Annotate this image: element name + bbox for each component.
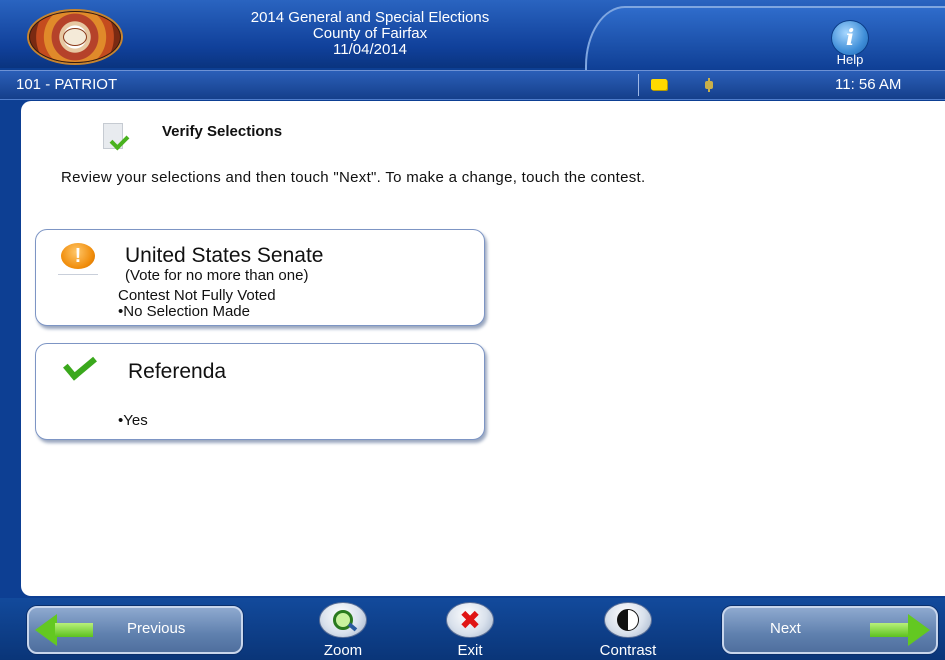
contest-selection: •Yes [118, 412, 148, 429]
info-icon: i [831, 20, 869, 56]
contest-card-referenda[interactable]: Referenda •Yes [35, 343, 485, 440]
arrow-right-icon [870, 614, 930, 646]
precinct-label: 101 - PATRIOT [16, 76, 118, 93]
main-content: Verify Selections Review your selections… [21, 101, 945, 596]
contrast-label: Contrast [599, 642, 657, 659]
help-label: Help [836, 52, 864, 67]
warning-icon: ! [61, 243, 95, 269]
status-divider [638, 74, 639, 96]
header-help-panel [585, 6, 945, 70]
next-label: Next [770, 620, 801, 637]
instructions-text: Review your selections and then touch "N… [61, 169, 646, 186]
election-name: 2014 General and Special Elections [250, 9, 490, 26]
vote-for-instruction: (Vote for no more than one) [125, 267, 309, 284]
previous-label: Previous [127, 620, 186, 637]
status-bar: 101 - PATRIOT 11: 56 AM [0, 70, 945, 100]
election-title: 2014 General and Special Elections Count… [160, 10, 580, 58]
bottom-nav-bar: Previous Zoom ✖ Exit Contrast Next [0, 598, 945, 660]
zoom-label: Zoom [323, 642, 363, 659]
checkmark-icon [60, 348, 97, 384]
help-button[interactable]: i Help [824, 20, 876, 67]
contest-name: Referenda [128, 360, 227, 383]
county-seal-logo [29, 11, 121, 63]
county-seal-center [63, 28, 87, 46]
icon-underline [58, 274, 98, 275]
contest-name: United States Senate [125, 244, 324, 267]
contest-selection: •No Selection Made [118, 303, 250, 320]
magnifier-icon [319, 602, 367, 638]
contest-card-senate[interactable]: ! United States Senate (Vote for no more… [35, 229, 485, 326]
note-icon [651, 79, 667, 90]
plug-icon [704, 78, 714, 92]
exit-button[interactable]: ✖ Exit [430, 602, 510, 659]
verify-document-icon [101, 123, 130, 153]
previous-button[interactable]: Previous [27, 606, 243, 654]
clock: 11: 56 AM [835, 76, 902, 93]
election-date: 11/04/2014 [333, 41, 407, 58]
zoom-button[interactable]: Zoom [303, 602, 383, 659]
close-icon: ✖ [446, 602, 494, 638]
contrast-icon [604, 602, 652, 638]
exit-label: Exit [457, 642, 483, 659]
arrow-left-icon [35, 614, 95, 646]
ballot-screen: 2014 General and Special Elections Count… [0, 0, 945, 660]
header-bar: 2014 General and Special Elections Count… [0, 0, 945, 70]
contest-status: Contest Not Fully Voted [118, 287, 276, 304]
next-button[interactable]: Next [722, 606, 938, 654]
county-name: County of Fairfax [312, 25, 428, 42]
page-title: Verify Selections [162, 123, 283, 140]
contrast-button[interactable]: Contrast [588, 602, 668, 659]
